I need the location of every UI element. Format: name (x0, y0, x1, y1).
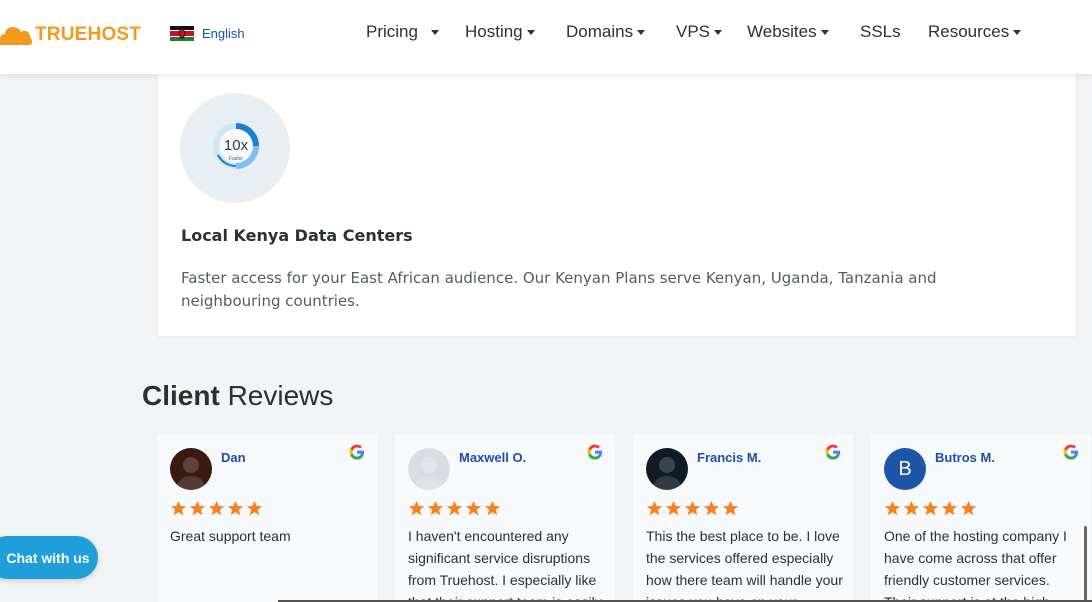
truehost-logo[interactable]: TRUEHOST (0, 22, 141, 48)
caret-down-icon (820, 30, 829, 36)
star-icon (922, 500, 939, 517)
review-text: Great support team (170, 528, 291, 544)
review-card: B Butros M. One of the hosting company I h… (871, 434, 1091, 602)
star-icon (227, 500, 244, 517)
star-icon (446, 500, 463, 517)
avatar-photo (414, 457, 444, 490)
star-icon (465, 500, 482, 517)
google-icon (1063, 444, 1079, 460)
google-icon (349, 444, 365, 460)
star-icon (208, 500, 225, 517)
menu-hosting-label: Hosting (465, 22, 523, 41)
menu-ssls[interactable]: SSLs (860, 22, 901, 42)
star-icon (646, 500, 663, 517)
star-icon (408, 500, 425, 517)
gauge-caption: Faster (228, 156, 244, 162)
reviews-heading: Client Reviews (142, 380, 333, 412)
menu-resources[interactable]: Resources (928, 22, 1022, 42)
star-icon (941, 500, 958, 517)
menu-ssls-label: SSLs (860, 22, 901, 41)
star-icon (189, 500, 206, 517)
star-icon (703, 500, 720, 517)
reviews-heading-bold: Client (142, 380, 220, 411)
kenya-flag-icon (170, 26, 194, 41)
menu-domains-label: Domains (566, 22, 634, 41)
language-label: English (202, 26, 245, 41)
star-rating (170, 500, 265, 517)
google-icon (587, 444, 603, 460)
feature-title: Local Kenya Data Centers (181, 226, 413, 245)
caret-down-icon (714, 30, 723, 36)
brand-name: TRUEHOST (35, 24, 142, 45)
gauge-value: 10x (223, 137, 249, 154)
menu-vps[interactable]: VPS (676, 22, 723, 42)
review-card: Francis M. This the best place to be. I l… (633, 434, 853, 602)
review-card: Dan Great support team (157, 434, 377, 602)
menu-vps-label: VPS (676, 22, 711, 41)
caret-down-icon (1013, 30, 1022, 36)
reviewer-name[interactable]: Maxwell O. (459, 450, 526, 465)
star-icon (665, 500, 682, 517)
caret-down-icon (526, 30, 535, 36)
google-icon (825, 444, 841, 460)
caret-down-icon (430, 30, 439, 36)
review-text: I haven't encountered any significant se… (408, 528, 602, 602)
reviewer-avatar: B (884, 448, 926, 490)
review-card: Maxwell O. I haven't encountered any sign… (395, 434, 615, 602)
chat-with-us-button[interactable]: Chat with us (0, 536, 98, 579)
star-icon (722, 500, 739, 517)
review-text: One of the hosting company I have come a… (884, 528, 1067, 602)
caret-down-icon (637, 30, 646, 36)
feature-card: 10x Faster Local Kenya Data Centers Fast… (158, 74, 1076, 336)
menu-websites[interactable]: Websites (747, 22, 829, 42)
feature-icon-circle: 10x Faster (180, 93, 290, 203)
star-rating (646, 500, 741, 517)
avatar-photo (176, 457, 206, 490)
star-icon (903, 500, 920, 517)
star-icon (684, 500, 701, 517)
reviews-heading-rest: Reviews (227, 380, 334, 411)
feature-description: Faster access for your East African audi… (181, 269, 937, 310)
star-rating (408, 500, 503, 517)
reviewer-avatar (408, 448, 450, 490)
menu-pricing[interactable]: Pricing (366, 22, 439, 42)
menu-websites-label: Websites (747, 22, 817, 41)
avatar-photo (652, 457, 682, 490)
star-icon (884, 500, 901, 517)
reviewer-avatar (646, 448, 688, 490)
menu-pricing-label: Pricing (366, 22, 418, 41)
star-icon (427, 500, 444, 517)
star-icon (484, 500, 501, 517)
reviewer-name[interactable]: Dan (221, 450, 246, 465)
menu-hosting[interactable]: Hosting (465, 22, 535, 42)
top-navbar: TRUEHOST English Pricing Hosting Domains… (0, 0, 1092, 74)
language-selector[interactable]: English (170, 26, 245, 41)
star-rating (884, 500, 979, 517)
reviewer-name[interactable]: Butros M. (935, 450, 995, 465)
menu-domains[interactable]: Domains (566, 22, 646, 42)
cloud-logo-icon (0, 23, 32, 47)
reviewer-name[interactable]: Francis M. (697, 450, 761, 465)
star-icon (960, 500, 977, 517)
star-icon (170, 500, 187, 517)
star-icon (246, 500, 263, 517)
avatar-letter: B (884, 448, 926, 490)
reviewer-avatar (170, 448, 212, 490)
menu-resources-label: Resources (928, 22, 1010, 41)
review-scrollbar[interactable] (1084, 526, 1087, 602)
review-text: This the best place to be. I love the se… (646, 528, 843, 602)
